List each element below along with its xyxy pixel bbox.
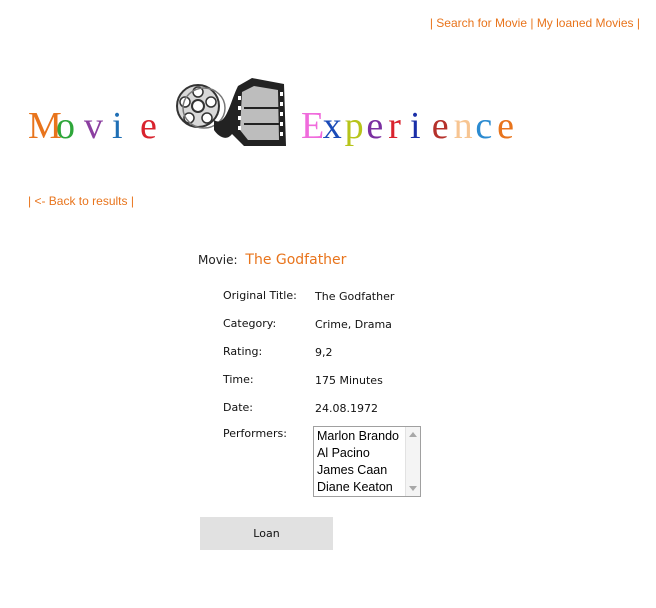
logo-letter: e	[366, 105, 384, 147]
logo-letter: v	[84, 105, 103, 147]
performers-label: Performers:	[223, 427, 287, 440]
logo-letter: e	[431, 105, 449, 147]
logo-letter: e	[497, 105, 515, 147]
scroll-down-arrow-icon[interactable]	[409, 486, 417, 491]
category-label: Category:	[223, 317, 277, 330]
category-value: Crime, Drama	[315, 318, 392, 331]
time-value: 175 Minutes	[315, 374, 383, 387]
logo-letter: p	[344, 105, 364, 147]
logo-letter: n	[453, 105, 473, 147]
film-reel-icon	[176, 78, 286, 146]
logo-letter: x	[322, 105, 342, 147]
my-loaned-movies-link[interactable]: My loaned Movies	[537, 16, 634, 30]
list-item[interactable]: Marlon Brando	[317, 428, 399, 445]
listbox-scrollbar[interactable]	[405, 427, 420, 496]
loan-button[interactable]: Loan	[200, 517, 333, 550]
list-item[interactable]: James Caan	[317, 462, 399, 479]
back-to-results-nav: | <- Back to results |	[28, 194, 134, 208]
logo-letter: o	[56, 105, 75, 147]
original-title-value: The Godfather	[315, 290, 395, 303]
logo-letter: e	[140, 105, 157, 147]
top-navigation: | Search for Movie | My loaned Movies |	[430, 16, 640, 30]
nav-separator: |	[530, 16, 534, 30]
search-for-movie-link[interactable]: Search for Movie	[436, 16, 527, 30]
list-item[interactable]: Al Pacino	[317, 445, 399, 462]
back-to-results-link[interactable]: | <- Back to results |	[28, 194, 134, 208]
logo-letter: r	[388, 105, 401, 147]
logo-word-movie: Mo v i e	[28, 104, 168, 148]
logo-letter: c	[475, 105, 493, 147]
logo-letter: M	[28, 105, 62, 147]
scroll-up-arrow-icon[interactable]	[409, 432, 417, 437]
movie-label: Movie:	[198, 253, 238, 267]
nav-separator: |	[429, 16, 433, 30]
rating-value: 9,2	[315, 346, 333, 359]
movie-title: The Godfather	[245, 252, 347, 268]
time-label: Time:	[223, 373, 254, 386]
logo-word-experience: Expe r i e nc e	[301, 104, 519, 148]
movie-heading: Movie: The Godfather	[198, 252, 346, 268]
original-title-label: Original Title:	[223, 289, 297, 302]
performers-listbox[interactable]: Marlon Brando Al Pacino James Caan Diane…	[313, 426, 421, 497]
logo-letter: i	[409, 105, 421, 147]
rating-label: Rating:	[223, 345, 263, 358]
date-label: Date:	[223, 401, 253, 414]
logo-letter: E	[301, 105, 325, 147]
nav-separator: |	[636, 16, 640, 30]
list-item[interactable]: Diane Keaton	[317, 479, 399, 496]
date-value: 24.08.1972	[315, 402, 378, 415]
logo-letter: i	[112, 105, 123, 147]
